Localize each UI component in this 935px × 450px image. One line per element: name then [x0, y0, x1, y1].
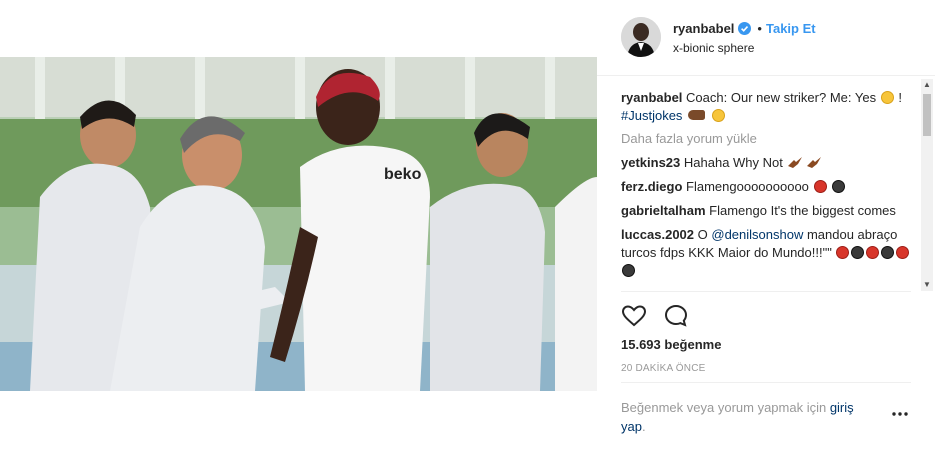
comment-username[interactable]: luccas.2002	[621, 227, 694, 242]
comment-item: luccas.2002 O @denilsonshow mandou abraç…	[621, 226, 921, 280]
comment-item: ferz.diego Flamengoooooooooo	[621, 178, 921, 196]
scroll-up-arrow-icon[interactable]: ▲	[921, 79, 933, 91]
verified-badge-icon	[738, 22, 752, 35]
post-side-panel: ryanbabel • Takip Et x-bionic sphere rya…	[597, 0, 935, 450]
black-circle-emoji-icon	[832, 180, 846, 193]
bird-emoji-icon	[807, 157, 822, 168]
login-prompt: Beğenmek veya yorum yapmak için giriş ya…	[621, 398, 871, 436]
comment-item: gabrieltalham Flamengo It's the biggest …	[621, 202, 921, 220]
comment-item: ryanbabel Coach: Our new striker? Me: Ye…	[621, 89, 921, 125]
red-circle-emoji-icon	[896, 246, 910, 259]
bird-emoji-icon	[787, 157, 802, 168]
post-timestamp[interactable]: 20 DAKİKA ÖNCE	[621, 363, 706, 374]
instagram-post-page: beko ryanbabel • Takip Et x-bionic spher…	[0, 0, 935, 450]
comment-username[interactable]: ferz.diego	[621, 179, 682, 194]
comments-scrollbar[interactable]: ▲ ▼	[921, 79, 933, 291]
post-header: ryanbabel • Takip Et x-bionic sphere	[597, 0, 935, 76]
scroll-thumb[interactable]	[923, 94, 931, 136]
comment-text: Hahaha Why Not	[683, 155, 783, 170]
comment-icon[interactable]	[663, 303, 689, 329]
avatar-image	[621, 17, 661, 57]
comment-text-part: O	[697, 227, 712, 242]
action-bar	[621, 303, 689, 329]
comment-text: Flamengoooooooooo	[686, 179, 809, 194]
comment-item: yetkins23 Hahaha Why Not	[621, 154, 921, 172]
grinning-emoji-icon	[880, 91, 894, 104]
scroll-down-arrow-icon[interactable]: ▼	[921, 279, 933, 291]
comment-text: Flamengo It's the biggest comes	[709, 203, 896, 218]
load-more-comments-button[interactable]: Daha fazla yorum yükle	[621, 131, 921, 146]
divider	[621, 382, 911, 383]
comment-username[interactable]: ryanbabel	[621, 90, 682, 105]
black-circle-emoji-icon	[851, 246, 865, 259]
avatar[interactable]	[621, 17, 661, 57]
comment-text-part: !	[898, 90, 902, 105]
divider	[621, 291, 911, 292]
post-photo-illustration: beko	[0, 57, 597, 391]
grinning-emoji-icon	[711, 109, 725, 122]
comments-list: ryanbabel Coach: Our new striker? Me: Ye…	[621, 89, 921, 289]
more-options-icon[interactable]	[891, 410, 909, 418]
comment-text: Coach: Our new striker? Me: Yes	[686, 90, 877, 105]
jersey-text: beko	[384, 166, 422, 183]
comment-username[interactable]: gabrieltalham	[621, 203, 706, 218]
black-circle-emoji-icon	[881, 246, 895, 259]
likes-count[interactable]: 15.693 beğenme	[621, 337, 721, 352]
red-circle-emoji-icon	[866, 246, 880, 259]
username[interactable]: ryanbabel	[673, 21, 734, 36]
pointing-hand-emoji-icon	[688, 110, 706, 120]
black-circle-emoji-icon	[622, 264, 635, 277]
comment-username[interactable]: yetkins23	[621, 155, 680, 170]
red-circle-emoji-icon	[813, 180, 827, 193]
red-circle-emoji-icon	[836, 246, 850, 259]
separator-dot: •	[757, 21, 762, 36]
username-row: ryanbabel • Takip Et	[673, 21, 816, 36]
location-link[interactable]: x-bionic sphere	[673, 41, 754, 55]
login-prompt-suffix: .	[641, 419, 646, 434]
follow-button[interactable]: Takip Et	[766, 21, 816, 36]
mention-link[interactable]: @denilsonshow	[711, 227, 803, 242]
login-prompt-text: Beğenmek veya yorum yapmak için	[621, 400, 830, 415]
post-photo[interactable]: beko	[0, 57, 597, 391]
post-photo-area: beko	[0, 0, 597, 450]
hashtag-link[interactable]: #Justjokes	[621, 108, 682, 123]
heart-icon[interactable]	[621, 303, 647, 329]
